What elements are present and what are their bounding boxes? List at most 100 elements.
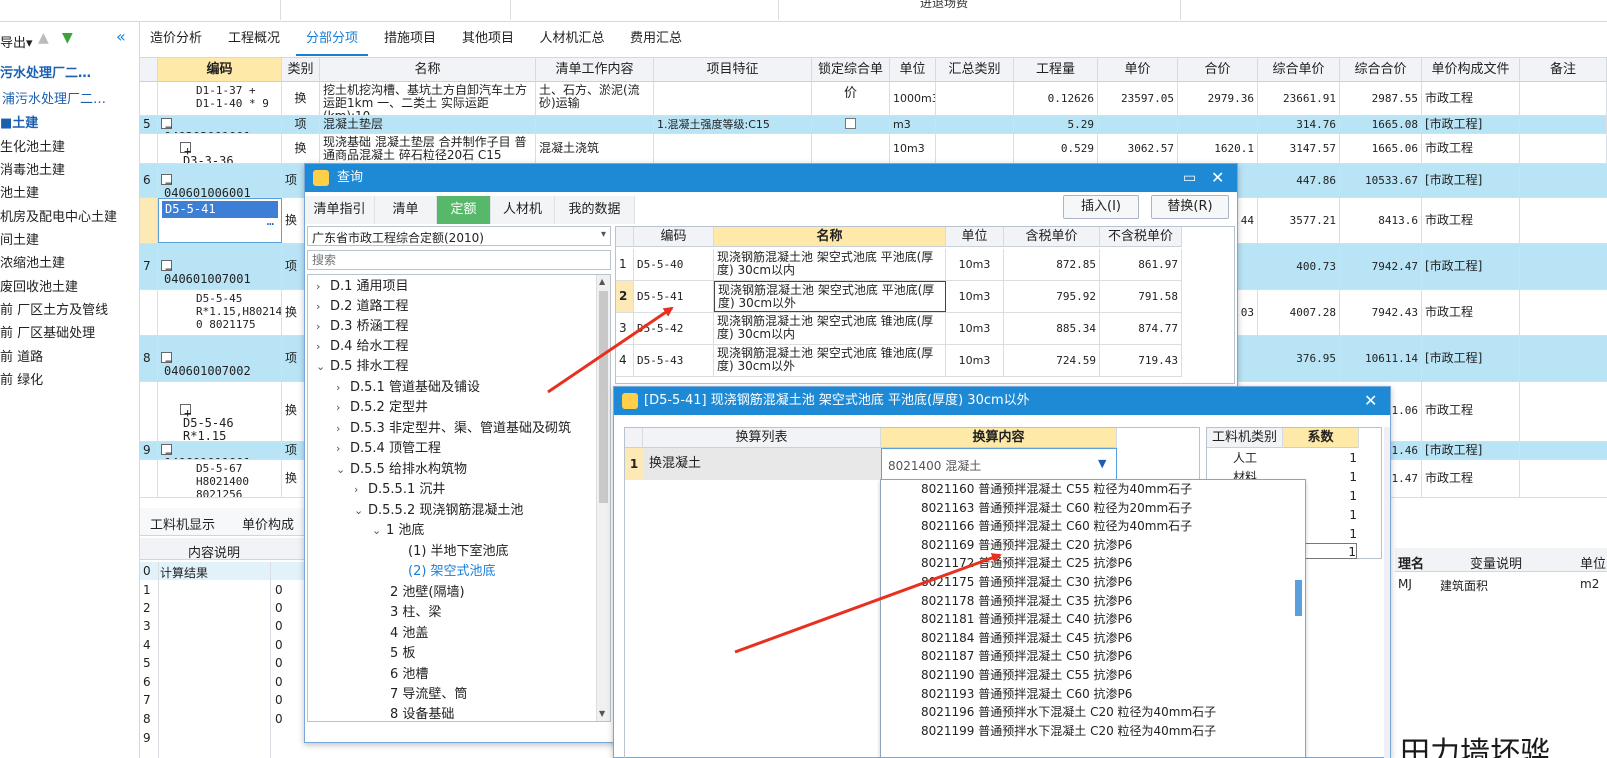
grid-header-code[interactable]: 编码	[158, 58, 282, 82]
table-row[interactable]: D1-1-37 + D1-1-40 * 9 换 挖土机挖沟槽、基坑土方自卸汽车土…	[140, 82, 1607, 116]
dropdown-option[interactable]: 8021193 普通预拌混凝土 C60 抗渗P6	[921, 685, 1132, 704]
tree-node[interactable]: › D.5.1 管道基础及铺设	[336, 378, 480, 398]
tree-node[interactable]: 6 池槽	[390, 665, 428, 685]
code-edit-cell[interactable]: D5-5-41	[162, 201, 278, 218]
insert-button[interactable]: 插入(I)	[1063, 195, 1139, 219]
tab-bill[interactable]: 清单	[375, 196, 437, 224]
dropdown-option[interactable]: 8021190 普通预拌混凝土 C55 抗渗P6	[921, 666, 1132, 685]
table-row[interactable]: 3 D5-5-42 现浇钢筋混凝土池 架空式池底 锥池底(厚度) 30cm以内 …	[616, 313, 1182, 345]
dropdown-option[interactable]: 8021169 普通预拌混凝土 C20 抗渗P6	[921, 536, 1132, 555]
tree-node[interactable]: › D.5.3 非定型井、渠、管道基础及砌筑	[336, 419, 571, 439]
tab-project-overview[interactable]: 工程概况	[218, 22, 290, 56]
dropdown-option[interactable]: 8021175 普通预拌混凝土 C30 抗渗P6	[921, 573, 1132, 592]
tree-node[interactable]: 4 池盖	[390, 624, 428, 644]
grid-header-lock[interactable]: 锁定综合单价	[812, 58, 890, 101]
tree-node[interactable]: 2 池壁(隔墙)	[390, 583, 465, 603]
tab-my-data[interactable]: 我的数据	[555, 196, 635, 224]
tree-scrollbar[interactable]: ▲ ▼	[596, 275, 610, 721]
grid-header-price[interactable]: 单价	[1098, 58, 1178, 82]
grid-header-feature[interactable]: 项目特征	[654, 58, 812, 82]
grid-header-type[interactable]: 类别	[282, 58, 320, 82]
tab-bill-guide[interactable]: 清单指引	[305, 196, 375, 224]
ellipsis-button[interactable]: …	[264, 213, 277, 230]
qt-header-tax-price[interactable]: 含税单价	[1004, 227, 1100, 247]
tree-item[interactable]: 浓缩池土建	[0, 252, 65, 271]
tab-material[interactable]: 人材机	[491, 196, 555, 224]
dropdown-option[interactable]: 8021163 普通预拌混凝土 C60 粒径为20mm石子	[921, 499, 1192, 518]
tree-node[interactable]: 7 导流壁、筒	[390, 685, 467, 705]
grid-header-unit[interactable]: 单位	[890, 58, 936, 82]
tree-node[interactable]: 8 设备基础	[390, 705, 454, 721]
grid-header-comp-total[interactable]: 综合合价	[1340, 58, 1422, 82]
dropdown-option[interactable]: 8021178 普通预拌混凝土 C35 抗渗P6	[921, 592, 1132, 611]
concrete-select[interactable]: 8021400 混凝土 ▼	[881, 448, 1117, 480]
table-row[interactable]: + D3-3-36 换 现浇基础 混凝土垫层 合并制作子目 普通商品混凝土 碎石粒…	[140, 134, 1607, 164]
grid-header-work[interactable]: 清单工作内容	[536, 58, 654, 82]
qt-header-unit[interactable]: 单位	[946, 227, 1004, 247]
tree-item[interactable]: 生化池土建	[0, 136, 65, 155]
tree-item[interactable]: 浦污水处理厂二…	[2, 88, 106, 107]
tree-node[interactable]: 5 板	[390, 644, 415, 664]
close-icon[interactable]: ✕	[1364, 387, 1377, 415]
tree-node[interactable]: ⌄ D.5.5.2 现浇钢筋混凝土池	[354, 501, 523, 521]
grid-header-name[interactable]: 名称	[320, 58, 536, 82]
qt-header-code[interactable]: 编码	[634, 227, 714, 247]
tree-item[interactable]: 机房及配电中心土建	[0, 206, 117, 225]
dropdown-option[interactable]: 8021196 普通预拌水下混凝土 C20 粒径为40mm石子	[921, 703, 1216, 722]
tree-item[interactable]: 池土建	[0, 182, 39, 201]
table-row-selected[interactable]: 2 D5-5-41 现浇钢筋混凝土池 架空式池底 平池底(厚度) 30cm以外 …	[616, 281, 1182, 313]
grid-header-qty[interactable]: 工程量	[1014, 58, 1098, 82]
library-select[interactable]: 广东省市政工程综合定额(2010) ▾	[307, 226, 611, 246]
tree-node[interactable]: 3 柱、梁	[390, 603, 441, 623]
tree-node[interactable]: (1) 半地下室池底	[408, 542, 509, 562]
replace-button[interactable]: 替换(R)	[1151, 195, 1229, 219]
dropdown-option[interactable]: 8021160 普通预拌混凝土 C55 粒径为40mm石子	[921, 480, 1192, 499]
qt-header-notax-price[interactable]: 不含税单价	[1100, 227, 1182, 247]
tab-material-summary[interactable]: 人材机汇总	[530, 22, 614, 56]
dropdown-option[interactable]: 8021184 普通预拌混凝土 C45 抗渗P6	[921, 629, 1132, 648]
tree-node[interactable]: › D.1 通用项目	[316, 277, 409, 297]
dropdown-option[interactable]: 8021172 普通预拌混凝土 C25 抗渗P6	[921, 554, 1132, 573]
maximize-icon[interactable]: ▭	[1183, 164, 1196, 192]
tree-item[interactable]: 前 道路	[0, 346, 43, 365]
dropdown-option[interactable]: 8021181 普通预拌混凝土 C40 抗渗P6	[921, 610, 1132, 629]
lock-price-checkbox[interactable]	[845, 118, 856, 129]
tab-measures[interactable]: 措施项目	[374, 22, 446, 56]
tab-material-display[interactable]: 工料机显示	[150, 514, 215, 533]
tab-price-composition[interactable]: 单价构成	[242, 514, 294, 533]
table-row[interactable]: 4 D5-5-43 现浇钢筋混凝土池 架空式池底 锥池底(厚度) 30cm以外 …	[616, 345, 1182, 377]
grid-header-summary-type[interactable]: 汇总类别	[936, 58, 1014, 82]
qt-header-name[interactable]: 名称	[714, 227, 946, 247]
toolbar-button-label[interactable]: 进退场费	[920, 0, 968, 11]
tab-fee-summary[interactable]: 费用汇总	[620, 22, 692, 56]
grid-header-file[interactable]: 单价构成文件	[1422, 58, 1520, 82]
tree-node[interactable]: › D.5.4 顶管工程	[336, 439, 441, 459]
tree-item[interactable]: 间土建	[0, 229, 39, 248]
scroll-down-icon[interactable]: ▼	[599, 709, 605, 718]
tree-item[interactable]: 前 厂区基础处理	[0, 322, 95, 341]
tree-node[interactable]: ⌄ D.5 排水工程	[316, 357, 409, 377]
search-input[interactable]	[307, 250, 611, 270]
tree-node[interactable]: › D.5.2 定型井	[336, 398, 428, 418]
grid-header-total[interactable]: 合价	[1178, 58, 1258, 82]
tree-node[interactable]: ⌄ 1 池底	[372, 521, 424, 541]
move-down-icon[interactable]: ▼	[62, 30, 73, 46]
tab-cost-analysis[interactable]: 造价分析	[142, 22, 210, 56]
scroll-up-icon[interactable]: ▲	[599, 277, 605, 286]
tree-node[interactable]: › D.4 给水工程	[316, 337, 409, 357]
tab-sub-items[interactable]: 分部分项	[296, 22, 368, 56]
tree-node[interactable]: › D.5.5.1 沉井	[354, 480, 445, 500]
tree-node-selected[interactable]: (2) 架空式池底	[408, 562, 496, 582]
convert-item-label[interactable]: 换混凝土	[643, 448, 881, 480]
tree-item[interactable]: 消毒池土建	[0, 159, 65, 178]
tab-quota[interactable]: 定额	[437, 196, 491, 224]
table-row[interactable]: 5 −040303001001 项 混凝土垫层 1.混凝土强度等级:C15 m3…	[140, 116, 1607, 134]
tree-node[interactable]: › D.3 桥涵工程	[316, 317, 409, 337]
dropdown-option[interactable]: 8021199 普通预拌水下混凝土 C20 粒径为40mm石子	[921, 722, 1216, 741]
tab-other-items[interactable]: 其他项目	[452, 22, 524, 56]
tree-item[interactable]: ■土建	[0, 112, 38, 131]
collapse-icon[interactable]: «	[116, 27, 126, 46]
export-button[interactable]: 导出▾	[0, 32, 33, 51]
dropdown-option[interactable]: 8021187 普通预拌混凝土 C50 抗渗P6	[921, 647, 1132, 666]
grid-header-remark[interactable]: 备注	[1520, 58, 1607, 82]
